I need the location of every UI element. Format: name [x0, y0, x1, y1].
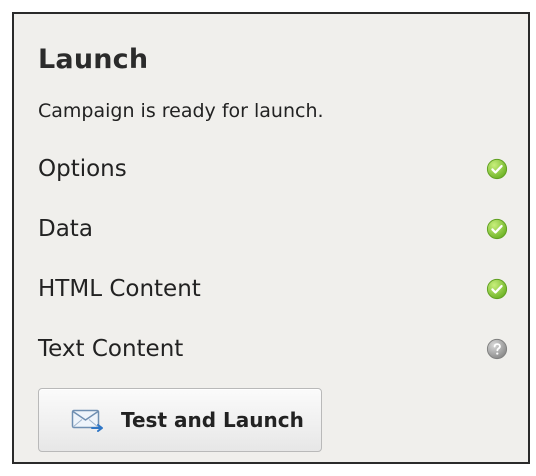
check-row-html-content: HTML Content	[38, 276, 508, 306]
question-circle-icon	[486, 338, 508, 360]
check-label-data: Data	[38, 216, 93, 242]
check-label-text-content: Text Content	[38, 336, 184, 362]
check-row-data: Data	[38, 216, 508, 246]
check-circle-icon	[486, 278, 508, 300]
panel-subtitle: Campaign is ready for launch.	[38, 100, 324, 122]
check-label-html-content: HTML Content	[38, 276, 201, 302]
launch-panel: Launch Campaign is ready for launch. Opt…	[12, 12, 530, 464]
check-label-options: Options	[38, 156, 127, 182]
panel-title: Launch	[38, 44, 149, 75]
check-row-options: Options	[38, 156, 508, 186]
test-and-launch-label: Test and Launch	[121, 408, 304, 432]
check-row-text-content: Text Content	[38, 336, 508, 366]
check-circle-icon	[486, 218, 508, 240]
test-and-launch-button[interactable]: Test and Launch	[38, 388, 322, 452]
check-circle-icon	[486, 158, 508, 180]
mail-send-icon	[71, 409, 103, 432]
